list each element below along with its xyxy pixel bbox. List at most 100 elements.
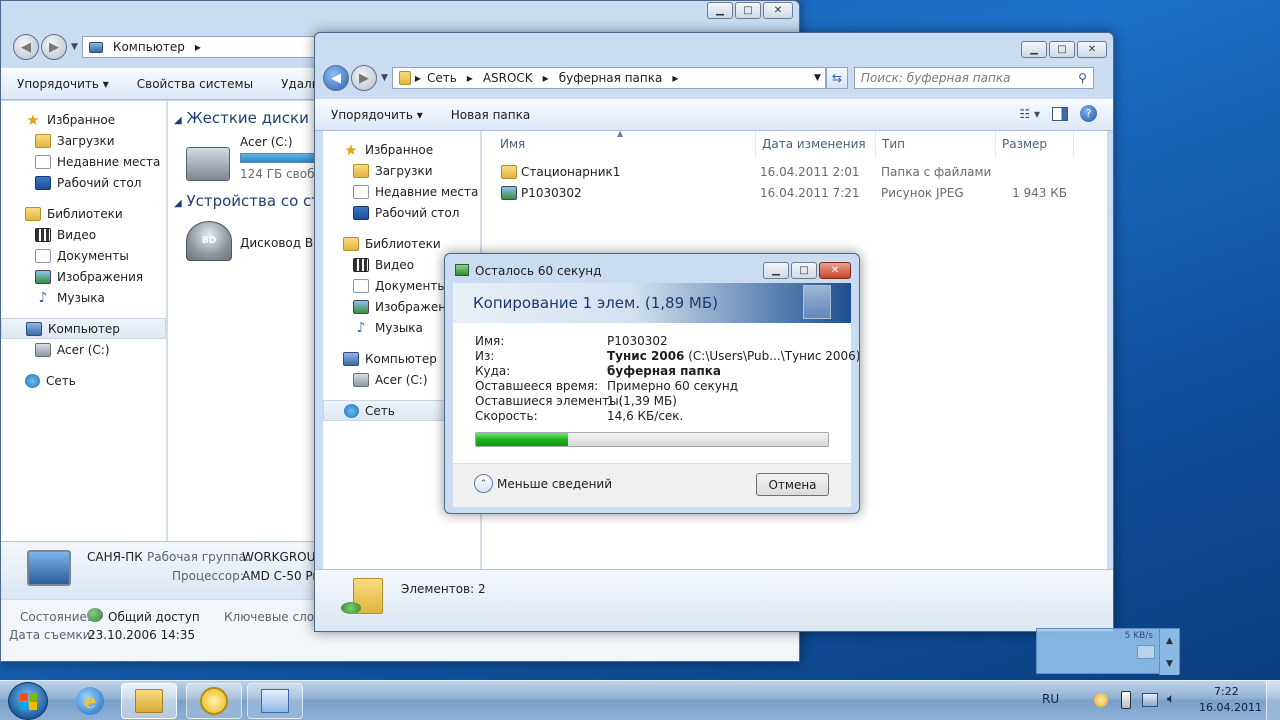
collapse-chevron-icon[interactable]: ⌃ <box>474 474 493 493</box>
file-row[interactable]: P1030302 16.04.2011 7:21 Рисунок JPEG 1 … <box>482 182 1107 203</box>
taskbar-internet-explorer[interactable]: e <box>62 683 118 719</box>
clock-date[interactable]: 16.04.2011 <box>1199 701 1262 714</box>
taskbar-copy-dialog[interactable] <box>247 683 303 719</box>
cpu-value: AMD C-50 Pro <box>242 569 325 583</box>
nav-label: Избранное <box>47 112 116 127</box>
language-indicator[interactable]: RU <box>1042 692 1059 706</box>
history-dropdown-icon[interactable]: ▼ <box>381 73 388 83</box>
clock-time[interactable]: 7:22 <box>1214 685 1239 698</box>
taskbar-sync-center[interactable] <box>186 683 242 719</box>
start-button[interactable] <box>8 682 48 720</box>
music-icon: ♪ <box>356 319 366 336</box>
nav-downloads[interactable]: Загрузки <box>323 160 480 181</box>
breadcrumb-item[interactable]: Сеть <box>427 71 457 85</box>
explorer-folders-icon <box>135 689 163 713</box>
search-icon[interactable]: ⚲ <box>1078 71 1087 85</box>
system-properties-button[interactable]: Свойства системы <box>137 77 253 91</box>
hard-drive-icon[interactable] <box>186 147 230 181</box>
chevron-up-icon[interactable]: ▲ <box>1166 636 1173 646</box>
computer-large-icon <box>27 550 71 586</box>
close-button[interactable]: ✕ <box>819 262 851 279</box>
drive-name[interactable]: Acer (C:) <box>240 135 293 149</box>
view-options-icon[interactable]: ☷ ▾ <box>1019 107 1040 121</box>
nav-recent-places[interactable]: Недавние места <box>1 151 166 172</box>
taskbar-explorer[interactable] <box>121 683 177 719</box>
nav-downloads[interactable]: Загрузки <box>1 130 166 151</box>
nav-computer[interactable]: Компьютер <box>1 318 166 339</box>
speed-value: 14,6 КБ/сек. <box>607 409 684 423</box>
nav-pictures[interactable]: Изображения <box>1 266 166 287</box>
nav-desktop[interactable]: Рабочий стол <box>1 172 166 193</box>
gadget-scroll[interactable]: ▲ ▼ <box>1159 629 1179 675</box>
tray-notification-icon[interactable] <box>1094 693 1108 707</box>
column-type[interactable]: Тип <box>876 131 996 157</box>
volume-icon[interactable]: 🔈︎ <box>1167 691 1175 707</box>
column-size[interactable]: Размер <box>996 131 1074 157</box>
close-button[interactable]: ✕ <box>763 2 793 19</box>
breadcrumb-item[interactable]: ASROCK <box>483 71 533 85</box>
nav-label: Библиотеки <box>47 206 123 221</box>
folder-icon <box>398 71 411 85</box>
refresh-icon[interactable]: ⇆ <box>825 67 848 89</box>
windows-logo-icon <box>20 693 37 710</box>
forward-arrow-icon[interactable]: ▶ <box>351 65 377 91</box>
search-input[interactable]: Поиск: буферная папка ⚲ <box>853 67 1094 89</box>
keywords-label: Ключевые слова <box>224 610 329 624</box>
minimize-button[interactable]: ▁ <box>707 2 733 19</box>
network-meter-gadget[interactable]: 5 KB/s ▲ ▼ <box>1036 628 1180 675</box>
back-address-bar[interactable]: Компьютер ▸ <box>81 36 322 58</box>
minimize-button[interactable]: ▁ <box>763 262 789 279</box>
nav-recent-places[interactable]: Недавние места <box>323 181 480 202</box>
maximize-button[interactable]: □ <box>735 2 761 19</box>
nav-desktop[interactable]: Рабочий стол <box>323 202 480 223</box>
new-folder-button[interactable]: Новая папка <box>451 108 530 122</box>
devices-group-header: ◢ Устройства со съе <box>174 192 332 210</box>
breadcrumb-item[interactable]: буферная папка <box>559 71 663 85</box>
help-icon[interactable]: ? <box>1080 105 1097 122</box>
organize-button[interactable]: Упорядочить ▾ <box>331 108 423 122</box>
nav-favorites[interactable]: ★ Избранное <box>1 109 166 130</box>
column-name[interactable]: Имя <box>494 131 756 157</box>
network-icon <box>25 373 40 388</box>
minimize-button[interactable]: ▁ <box>1021 41 1047 58</box>
cancel-button[interactable]: Отмена <box>756 473 829 496</box>
network-tray-icon[interactable] <box>1142 693 1158 707</box>
back-arrow-icon[interactable]: ◀ <box>13 34 39 60</box>
computer-icon <box>26 321 42 336</box>
history-dropdown-icon[interactable]: ▼ <box>71 42 78 52</box>
maximize-button[interactable]: □ <box>1049 41 1075 58</box>
organize-button[interactable]: Упорядочить ▾ <box>17 77 109 91</box>
nav-libraries[interactable]: Библиотеки <box>1 203 166 224</box>
nav-videos[interactable]: Видео <box>1 224 166 245</box>
to-value[interactable]: буферная папка <box>607 364 721 379</box>
back-arrow-icon[interactable]: ◀ <box>323 65 349 91</box>
nav-drive-c[interactable]: Acer (C:) <box>1 339 166 360</box>
column-date-modified[interactable]: Дата изменения <box>756 131 876 157</box>
bd-drive-icon[interactable]: BD <box>186 221 232 261</box>
back-nav-bar: ◀ ▶ ▼ Компьютер ▸ <box>11 34 322 60</box>
gadget-speed: 5 KB/s <box>1124 631 1153 641</box>
nav-music[interactable]: ♪ Музыка <box>1 287 166 308</box>
show-desktop-button[interactable] <box>1266 681 1280 720</box>
dialog-caption-buttons: ▁ □ ✕ <box>763 262 851 279</box>
preview-pane-icon[interactable] <box>1052 106 1068 121</box>
nav-libraries[interactable]: Библиотеки <box>323 233 480 254</box>
item-count: Элементов: 2 <box>401 582 486 596</box>
chevron-down-icon[interactable]: ▼ <box>1166 659 1173 669</box>
hdd-group-header: ◢ Жесткие диски (1) <box>174 109 335 127</box>
breadcrumb-item[interactable]: Компьютер <box>113 40 185 54</box>
nav-label: Видео <box>375 257 415 272</box>
maximize-button[interactable]: □ <box>791 262 817 279</box>
file-row[interactable]: Стационарник1 16.04.2011 2:01 Папка с фа… <box>482 161 1107 182</box>
close-button[interactable]: ✕ <box>1077 41 1107 58</box>
front-address-bar[interactable]: ▸ Сеть ▸ ASROCK ▸ буферная папка ▸ ▼ <box>391 67 826 89</box>
pc-name: САНЯ-ПК <box>87 550 143 564</box>
nav-network[interactable]: Сеть <box>1 370 166 391</box>
forward-arrow-icon[interactable]: ▶ <box>41 34 67 60</box>
nav-documents[interactable]: Документы <box>1 245 166 266</box>
less-details-link[interactable]: Меньше сведений <box>497 477 612 491</box>
battery-icon[interactable] <box>1121 691 1131 709</box>
nav-favorites[interactable]: ★ Избранное <box>323 139 480 160</box>
address-dropdown-icon[interactable]: ▼ <box>814 73 821 83</box>
from-value[interactable]: Тунис 2006 (C:\Users\Pub...\Тунис 2006) <box>607 349 859 364</box>
